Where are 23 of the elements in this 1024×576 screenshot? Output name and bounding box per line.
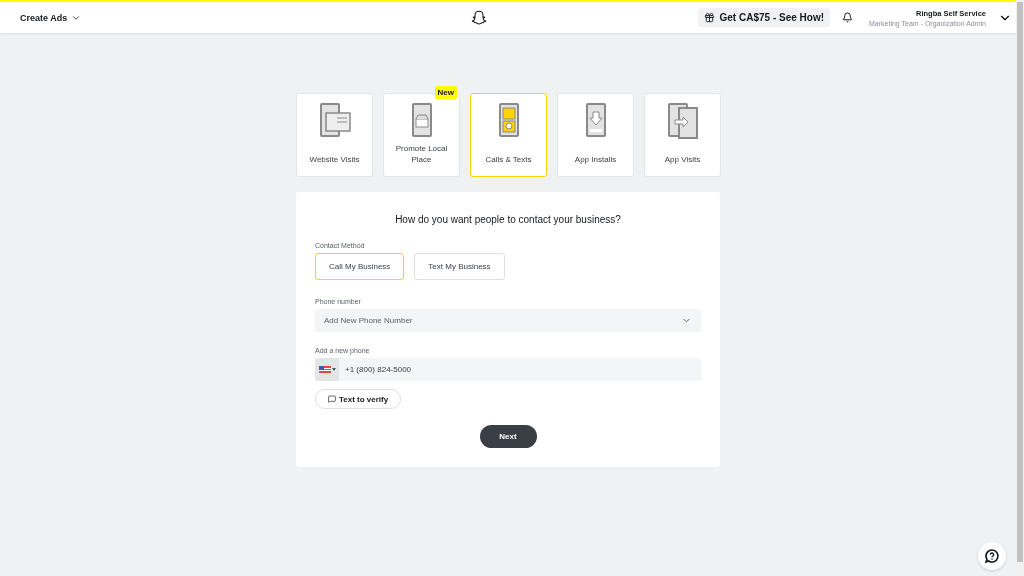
contact-method-option[interactable]: Text My Business [414,253,505,280]
promo-button[interactable]: Get CA$75 - See How! [697,8,830,27]
gift-icon [703,12,715,23]
message-icon [328,395,336,403]
help-button[interactable] [978,542,1006,570]
objective-card[interactable]: App Visits [644,93,721,177]
contact-method-option[interactable]: Call My Business [315,253,405,280]
create-ads-menu[interactable]: Create Ads [20,12,82,23]
flag-icon [318,366,331,373]
objective-card[interactable]: Website Visits [296,93,373,177]
ghost-logo-icon [471,9,488,26]
country-select[interactable] [315,358,339,381]
caret-icon [331,368,336,371]
text-to-verify-button[interactable]: Text to verify [315,389,402,409]
objective-card[interactable]: Calls & Texts [470,93,547,177]
notifications-icon[interactable] [842,12,853,23]
phone-input-field[interactable]: +1 (800) 824-5000 [339,358,701,381]
phone-number-select[interactable]: Add New Phone Number [315,309,701,332]
new-badge: New [434,86,457,99]
next-button[interactable]: Next [479,425,537,448]
objective-card[interactable]: App Installs [557,93,634,177]
form-question: How do you want people to contact your business? [394,214,622,225]
help-icon [984,547,1000,565]
